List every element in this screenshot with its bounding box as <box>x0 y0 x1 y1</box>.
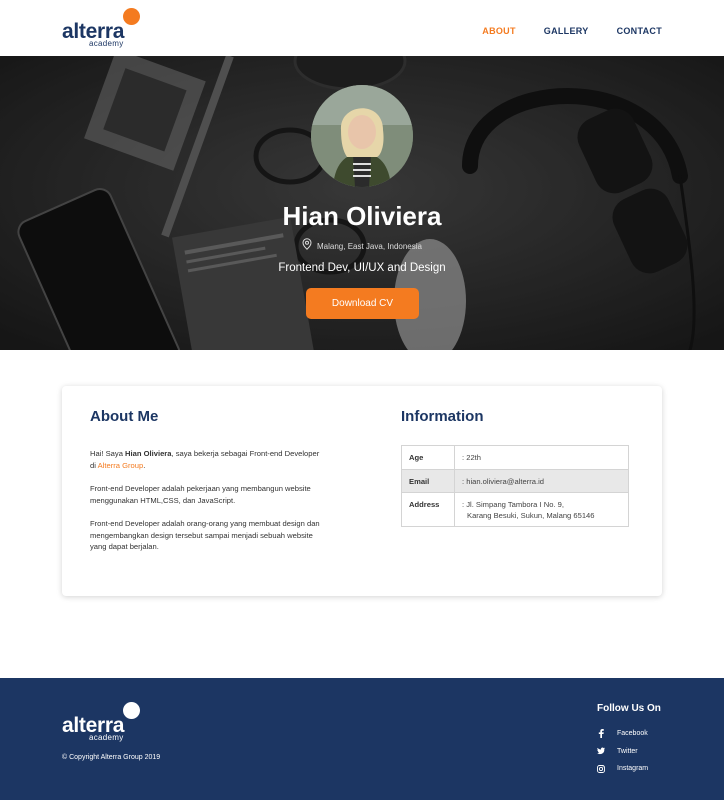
info-value-age: : 22th <box>454 445 629 470</box>
footer-brand-sub: academy <box>89 733 124 742</box>
social-label-facebook: Facebook <box>617 730 648 738</box>
table-row: Address : Jl. Simpang Tambora I No. 9, Ka… <box>401 492 629 527</box>
info-value-email: : hian.oliviera@alterra.id <box>454 469 629 493</box>
download-cv-button[interactable]: Download CV <box>306 288 419 319</box>
company-link[interactable]: Alterra Group <box>98 461 144 470</box>
information-table: Age : 22th Email : hian.oliviera@alterra… <box>401 445 629 527</box>
profile-name: Hian Oliviera <box>282 201 442 231</box>
profile-location: Malang, East Java, Indonesia <box>0 237 724 255</box>
social-links: Facebook Twitter Instagram <box>597 725 648 778</box>
about-title: About Me <box>90 408 159 425</box>
site-footer: alterra academy © Copyright Alterra Grou… <box>0 678 724 800</box>
brand-logo[interactable]: alterra academy <box>62 8 152 50</box>
table-row: Email : hian.oliviera@alterra.id <box>401 469 629 493</box>
social-twitter[interactable]: Twitter <box>597 743 648 761</box>
nav-contact[interactable]: CONTACT <box>617 26 662 36</box>
location-pin-icon <box>302 237 312 255</box>
footer-brand-dot-icon <box>123 702 140 719</box>
nav-about[interactable]: ABOUT <box>482 26 516 36</box>
about-text-end: . <box>143 460 146 470</box>
address-line-2: Karang Besuki, Sukun, Malang 65146 <box>467 511 595 520</box>
info-key-address: Address <box>401 492 455 527</box>
instagram-icon <box>597 764 605 773</box>
about-paragraph-3: Front-end Developer adalah orang-orang y… <box>90 519 320 551</box>
brand-dot-icon <box>123 8 140 25</box>
about-text-name: Hian Oliviera <box>125 449 172 458</box>
about-paragraph-2: Front-end Developer adalah pekerjaan yan… <box>90 484 311 505</box>
about-paragraph-1: Hai! Saya Hian Oliviera, saya bekerja se… <box>90 448 320 471</box>
social-facebook[interactable]: Facebook <box>597 725 648 743</box>
site-header: alterra academy ABOUT GALLERY CONTACT <box>0 0 724 56</box>
info-key-age: Age <box>401 445 455 470</box>
location-text: Malang, East Java, Indonesia <box>317 241 422 251</box>
info-key-email: Email <box>401 469 455 493</box>
social-label-twitter: Twitter <box>617 747 638 755</box>
brand-sub: academy <box>89 39 124 48</box>
main-nav: ABOUT GALLERY CONTACT <box>482 26 662 36</box>
table-row: Age : 22th <box>401 445 629 470</box>
about-text-intro: Hai! Saya <box>90 449 126 458</box>
info-value-address: : Jl. Simpang Tambora I No. 9, Karang Bes… <box>454 492 629 527</box>
profile-card: About Me Hai! Saya Hian Oliviera, saya b… <box>62 386 662 596</box>
social-label-instagram: Instagram <box>617 765 649 773</box>
hero-section: Hian Oliviera Malang, East Java, Indones… <box>0 56 724 350</box>
twitter-icon <box>597 747 605 755</box>
copyright-text: © Copyright Alterra Group 2019 <box>62 754 161 761</box>
profile-avatar <box>311 85 413 187</box>
footer-logo[interactable]: alterra academy <box>62 702 152 744</box>
nav-gallery[interactable]: GALLERY <box>544 26 589 36</box>
facebook-icon <box>597 729 605 739</box>
follow-title: Follow Us On <box>597 703 661 714</box>
profile-role: Frontend Dev, UI/UX and Design <box>278 262 446 274</box>
information-title: Information <box>401 408 484 425</box>
social-instagram[interactable]: Instagram <box>597 760 648 778</box>
address-line-1: : Jl. Simpang Tambora I No. 9, <box>462 500 564 509</box>
